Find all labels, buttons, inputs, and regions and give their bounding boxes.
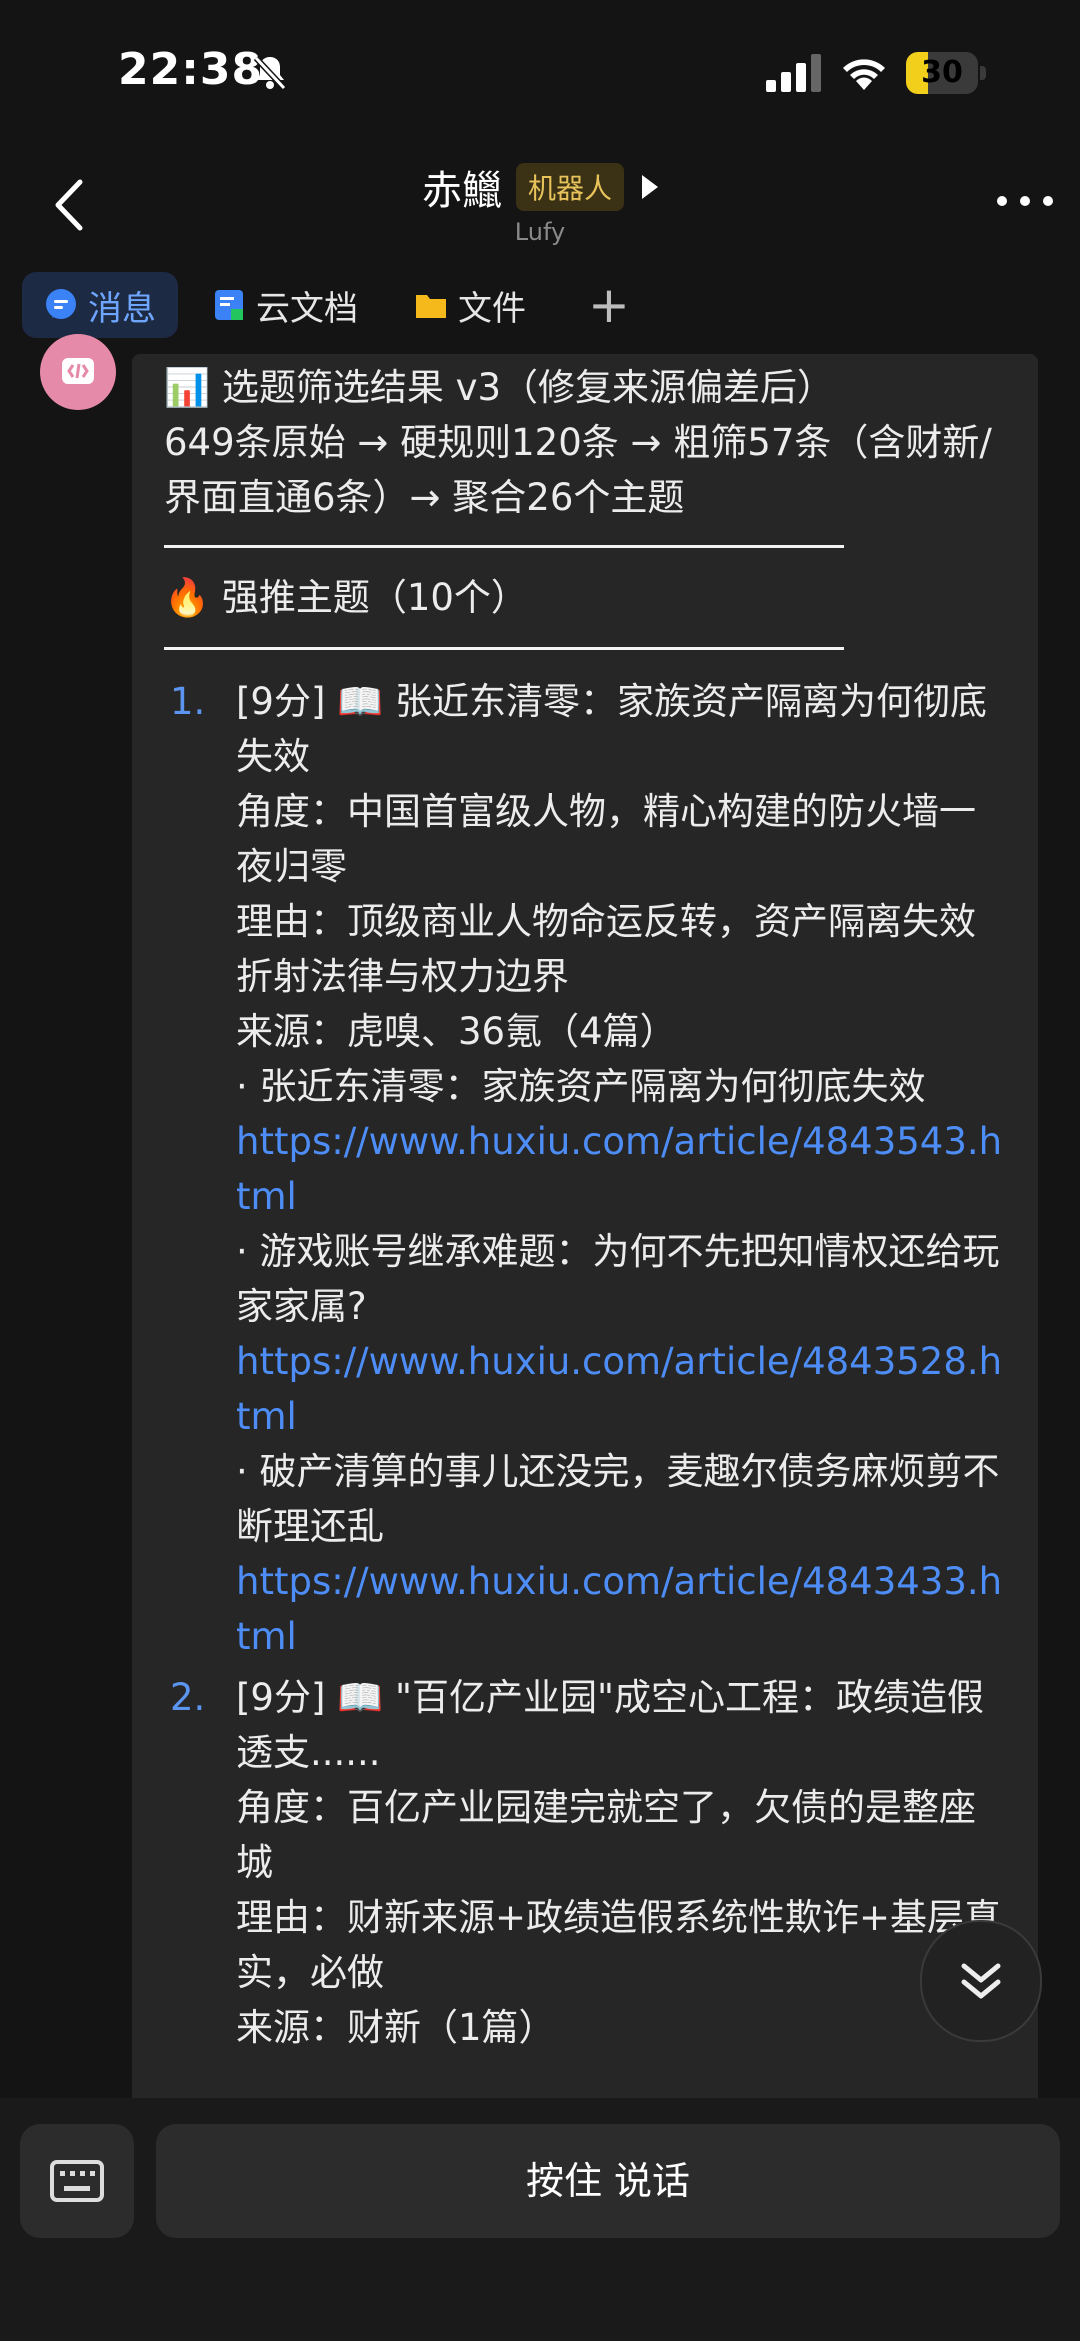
clock: 22:38: [118, 44, 264, 95]
divider: [164, 647, 844, 650]
chat-tabs: 消息 云文档 文件 +: [22, 272, 658, 338]
bell-muted-icon: [253, 55, 287, 91]
article-link[interactable]: https://www.huxiu.com/article/4843543.ht…: [236, 1114, 1004, 1224]
chat-subtitle: Lufy: [514, 218, 566, 246]
article-title: · 张近东清零：家族资产隔离为何彻底失效: [236, 1065, 926, 1108]
double-chevron-down-icon: [961, 1963, 1001, 1999]
pipeline-summary: 649条原始 → 硬规则120条 → 粗筛57条（含财新/界面直通6条）→ 聚合…: [164, 421, 992, 519]
tab-messages[interactable]: 消息: [22, 272, 178, 338]
section-heading: 🔥 强推主题（10个）: [164, 576, 528, 619]
message-bubble[interactable]: 📊 选题筛选结果 v3（修复来源偏差后） 649条原始 → 硬规则120条 → …: [132, 354, 1038, 2114]
add-tab-button[interactable]: +: [560, 272, 658, 338]
avatar[interactable]: [40, 334, 116, 410]
article-title: · 破产清算的事儿还没完，麦趣尔债务麻烦剪不断理还乱: [236, 1450, 1000, 1548]
topic-angle: 角度：百亿产业园建完就空了，欠债的是整座城: [236, 1786, 976, 1884]
topic-number: 1.: [170, 680, 206, 723]
message-icon: [46, 289, 76, 319]
topic-angle: 角度：中国首富级人物，精心构建的防火墙一夜归零: [236, 790, 976, 888]
tab-label: 文件: [458, 288, 526, 329]
cellular-signal-icon: [766, 54, 821, 92]
tab-cloud-docs[interactable]: 云文档: [190, 272, 380, 338]
topic-title: [9分] 📖 张近东清零：家族资产隔离为何彻底失效: [236, 680, 988, 778]
divider: [164, 545, 844, 548]
status-bar: 22:38 30: [0, 0, 1080, 150]
topic-number: 2.: [170, 1676, 206, 1719]
article-link[interactable]: https://www.huxiu.com/article/4843433.ht…: [236, 1554, 1004, 1664]
bot-avatar-icon: [62, 358, 94, 384]
topic-reason: 理由：顶级商业人物命运反转，资产隔离失效折射法律与权力边界: [236, 900, 976, 998]
topic-source: 来源：财新（1篇）: [236, 2006, 556, 2049]
bot-badge: 机器人: [515, 163, 624, 211]
tab-label: 消息: [88, 288, 156, 329]
article-title: · 游戏账号继承难题：为何不先把知情权还给玩家家属?: [236, 1230, 1000, 1328]
topic-source: 来源：虎嗅、36氪（4篇）: [236, 1010, 677, 1053]
result-headline: 📊 选题筛选结果 v3（修复来源偏差后）: [164, 366, 835, 409]
chat-title: 赤鱲: [421, 168, 502, 214]
topic-item: 2. [9分] 📖 "百亿产业园"成空心工程：政绩造假透支...... 角度：百…: [164, 1670, 1004, 2055]
wifi-icon: [843, 59, 885, 90]
topic-item: 1. [9分] 📖 张近东清零：家族资产隔离为何彻底失效 角度：中国首富级人物，…: [164, 674, 1004, 1664]
keyboard-icon: [50, 2160, 104, 2202]
more-options-icon[interactable]: [990, 186, 1060, 216]
tab-label: 云文档: [256, 288, 358, 329]
cloud-doc-icon: [215, 290, 243, 320]
article-link[interactable]: https://www.huxiu.com/article/4843528.ht…: [236, 1334, 1004, 1444]
battery-indicator: 30: [906, 52, 986, 94]
expand-triangle-icon[interactable]: [642, 175, 658, 199]
scroll-to-bottom-button[interactable]: [920, 1920, 1042, 2042]
folder-icon: [416, 295, 446, 318]
battery-percent: 30: [921, 55, 963, 90]
topic-title: [9分] 📖 "百亿产业园"成空心工程：政绩造假透支......: [236, 1676, 985, 1774]
hold-to-talk-button[interactable]: 按住 说话: [156, 2124, 1060, 2238]
tab-files[interactable]: 文件: [392, 272, 548, 338]
keyboard-toggle-button[interactable]: [20, 2124, 134, 2238]
topic-reason: 理由：财新来源+政绩造假系统性欺诈+基层真实，必做: [236, 1896, 1002, 1994]
